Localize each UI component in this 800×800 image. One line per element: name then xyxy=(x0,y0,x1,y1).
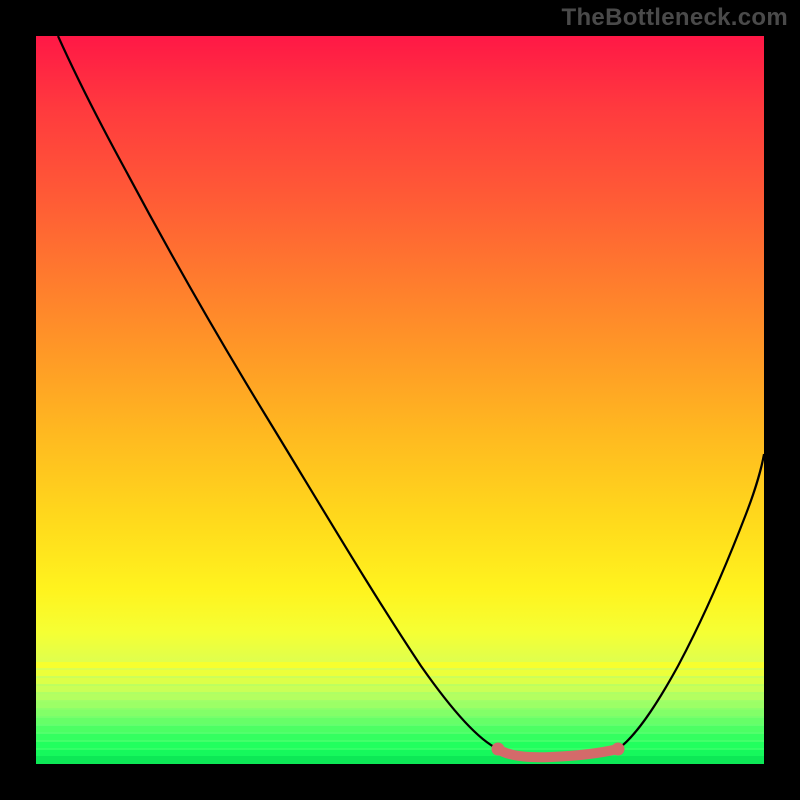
bottom-bands xyxy=(36,654,764,764)
band xyxy=(36,726,764,732)
band xyxy=(36,686,764,692)
marker-dot-left xyxy=(492,743,505,756)
chart-frame: TheBottleneck.com xyxy=(0,0,800,800)
optimal-marker xyxy=(498,749,618,757)
band xyxy=(36,694,764,700)
marker-dot-right xyxy=(612,743,625,756)
band xyxy=(36,702,764,708)
band xyxy=(36,710,764,716)
band xyxy=(36,662,764,668)
band xyxy=(36,750,764,756)
band xyxy=(36,756,764,764)
curve-left xyxy=(58,36,498,749)
plot-area xyxy=(36,36,764,764)
watermark-text: TheBottleneck.com xyxy=(562,4,788,32)
band xyxy=(36,678,764,684)
band xyxy=(36,734,764,740)
band xyxy=(36,670,764,676)
curve-right xyxy=(618,454,764,749)
band xyxy=(36,718,764,724)
band xyxy=(36,742,764,748)
chart-svg xyxy=(36,36,764,764)
